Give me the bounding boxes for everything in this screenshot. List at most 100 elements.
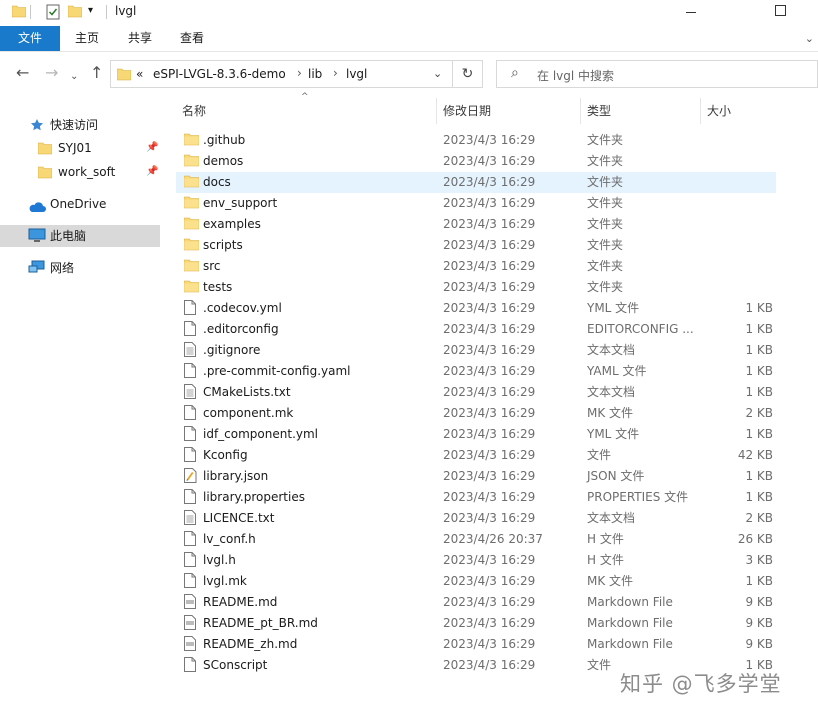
file-row[interactable]: src 2023/4/3 16:29 文件夹	[176, 256, 776, 277]
minimize-button[interactable]	[686, 12, 696, 13]
column-header-type[interactable]: 类型	[587, 98, 611, 124]
file-row[interactable]: CMakeLists.txt 2023/4/3 16:29 文本文档 1 KB	[176, 382, 776, 403]
nav-item-quick-access[interactable]: 快速访问	[0, 114, 160, 136]
file-row[interactable]: lvgl.h 2023/4/3 16:29 H 文件 3 KB	[176, 550, 776, 571]
recent-locations-button[interactable]: ⌄	[70, 68, 78, 86]
file-row[interactable]: idf_component.yml 2023/4/3 16:29 YML 文件 1 K…	[176, 424, 776, 445]
file-date: 2023/4/3 16:29	[443, 595, 536, 609]
address-bar[interactable]: « eSPI-LVGL-8.3.6-demo › lib › lvgl ⌄	[110, 60, 453, 88]
file-row[interactable]: .pre-commit-config.yaml 2023/4/3 16:29 YAM…	[176, 361, 776, 382]
tab-view[interactable]: 查看	[180, 26, 204, 51]
breadcrumb-item[interactable]: lib	[308, 67, 322, 81]
file-name: examples	[203, 217, 261, 231]
breadcrumb-item[interactable]: lvgl	[346, 67, 367, 81]
expand-ribbon-icon[interactable]: ⌄	[805, 32, 814, 45]
file-row[interactable]: .codecov.yml 2023/4/3 16:29 YML 文件 1 KB	[176, 298, 776, 319]
file-row[interactable]: component.mk 2023/4/3 16:29 MK 文件 2 KB	[176, 403, 776, 424]
file-type: 文本文档	[587, 511, 636, 525]
column-header-size[interactable]: 大小	[707, 98, 731, 124]
file-row[interactable]: lvgl.mk 2023/4/3 16:29 MK 文件 1 KB	[176, 571, 776, 592]
file-size: 26 KB	[737, 532, 773, 546]
file-date: 2023/4/3 16:29	[443, 175, 536, 189]
window-title: lvgl	[115, 4, 137, 18]
maximize-button[interactable]	[775, 5, 786, 16]
tab-home[interactable]: 主页	[75, 26, 99, 51]
navigation-bar: ← → ⌄ ↑ « eSPI-LVGL-8.3.6-demo › lib › l…	[0, 52, 818, 98]
breadcrumb-item[interactable]: eSPI-LVGL-8.3.6-demo	[153, 67, 286, 81]
file-row[interactable]: env_support 2023/4/3 16:29 文件夹	[176, 193, 776, 214]
file-row[interactable]: LICENCE.txt 2023/4/3 16:29 文本文档 2 KB	[176, 508, 776, 529]
file-type: 文本文档	[587, 343, 636, 357]
file-type: H 文件	[587, 553, 624, 567]
pin-icon[interactable]: 📌	[146, 161, 158, 183]
file-size: 2 KB	[745, 406, 773, 420]
file-type: JSON 文件	[587, 469, 645, 483]
toolbar-separator	[30, 5, 31, 19]
file-size: 9 KB	[745, 637, 773, 651]
tab-share[interactable]: 共享	[128, 26, 152, 51]
nav-item-label: 此电脑	[50, 229, 87, 243]
breadcrumb-separator[interactable]: ›	[297, 66, 302, 80]
chevron-down-icon[interactable]: ⌄	[433, 67, 442, 80]
file-date: 2023/4/3 16:29	[443, 238, 536, 252]
breadcrumb-overflow[interactable]: «	[136, 67, 143, 81]
file-date: 2023/4/3 16:29	[443, 511, 536, 525]
file-row[interactable]: .gitignore 2023/4/3 16:29 文本文档 1 KB	[176, 340, 776, 361]
file-type: Markdown File	[587, 616, 673, 630]
column-divider[interactable]	[436, 98, 437, 124]
folder-icon	[183, 237, 200, 258]
file-date: 2023/4/3 16:29	[443, 322, 536, 336]
file-row[interactable]: .editorconfig 2023/4/3 16:29 EDITORCONFIG …	[176, 319, 776, 340]
file-row[interactable]: .github 2023/4/3 16:29 文件夹	[176, 130, 776, 151]
nav-item-syj01[interactable]: SYJ01 📌	[0, 137, 160, 159]
file-date: 2023/4/3 16:29	[443, 406, 536, 420]
file-icon	[184, 657, 196, 679]
file-row[interactable]: lv_conf.h 2023/4/26 20:37 H 文件 26 KB	[176, 529, 776, 550]
file-type: 文件夹	[587, 238, 624, 252]
file-size: 1 KB	[745, 343, 773, 357]
nav-item-label: SYJ01	[58, 141, 92, 155]
refresh-button[interactable]: ↻	[453, 60, 483, 88]
forward-button[interactable]: →	[45, 64, 58, 82]
customize-toolbar-icon[interactable]: ▾	[88, 5, 93, 16]
file-size: 1 KB	[745, 469, 773, 483]
column-header-date[interactable]: 修改日期	[443, 98, 491, 124]
breadcrumb-separator[interactable]: ›	[333, 66, 338, 80]
file-name: .gitignore	[203, 343, 261, 357]
file-row[interactable]: README_zh.md 2023/4/3 16:29 Markdown File 9…	[176, 634, 776, 655]
nav-item-network[interactable]: 网络	[0, 257, 160, 279]
back-button[interactable]: ←	[16, 64, 29, 82]
file-date: 2023/4/3 16:29	[443, 427, 536, 441]
file-type: 文件夹	[587, 133, 624, 147]
file-row[interactable]: README_pt_BR.md 2023/4/3 16:29 Markdown Fi…	[176, 613, 776, 634]
column-divider[interactable]	[580, 98, 581, 124]
column-header-name[interactable]: 名称	[182, 98, 206, 124]
up-button[interactable]: ↑	[90, 64, 103, 82]
file-row[interactable]: library.json 2023/4/3 16:29 JSON 文件 1 KB	[176, 466, 776, 487]
column-divider[interactable]	[700, 98, 701, 124]
file-row[interactable]: tests 2023/4/3 16:29 文件夹	[176, 277, 776, 298]
properties-icon[interactable]	[46, 4, 60, 23]
file-row[interactable]: Kconfig 2023/4/3 16:29 文件 42 KB	[176, 445, 776, 466]
title-bar: ▾ lvgl	[0, 0, 818, 26]
search-box[interactable]: ⌕ 在 lvgl 中搜索	[496, 60, 818, 88]
file-date: 2023/4/3 16:29	[443, 343, 536, 357]
nav-item-label: 网络	[50, 261, 75, 275]
file-row[interactable]: README.md 2023/4/3 16:29 Markdown File 9 KB	[176, 592, 776, 613]
file-date: 2023/4/3 16:29	[443, 658, 536, 672]
pin-icon[interactable]: 📌	[146, 137, 158, 159]
nav-item-work-soft[interactable]: work_soft 📌	[0, 161, 160, 183]
tab-file[interactable]: 文件	[0, 26, 60, 51]
file-date: 2023/4/3 16:29	[443, 448, 536, 462]
file-type: 文件夹	[587, 259, 624, 273]
file-type: 文件夹	[587, 175, 624, 189]
file-row[interactable]: library.properties 2023/4/3 16:29 PROPERTI…	[176, 487, 776, 508]
nav-item-onedrive[interactable]: OneDrive	[0, 193, 160, 215]
new-folder-icon[interactable]	[67, 4, 83, 21]
file-row[interactable]: demos 2023/4/3 16:29 文件夹	[176, 151, 776, 172]
nav-item-this-pc[interactable]: 此电脑	[0, 225, 160, 247]
file-row[interactable]: examples 2023/4/3 16:29 文件夹	[176, 214, 776, 235]
file-row[interactable]: scripts 2023/4/3 16:29 文件夹	[176, 235, 776, 256]
file-name: README.md	[203, 595, 278, 609]
file-row[interactable]: docs 2023/4/3 16:29 文件夹	[176, 172, 776, 193]
